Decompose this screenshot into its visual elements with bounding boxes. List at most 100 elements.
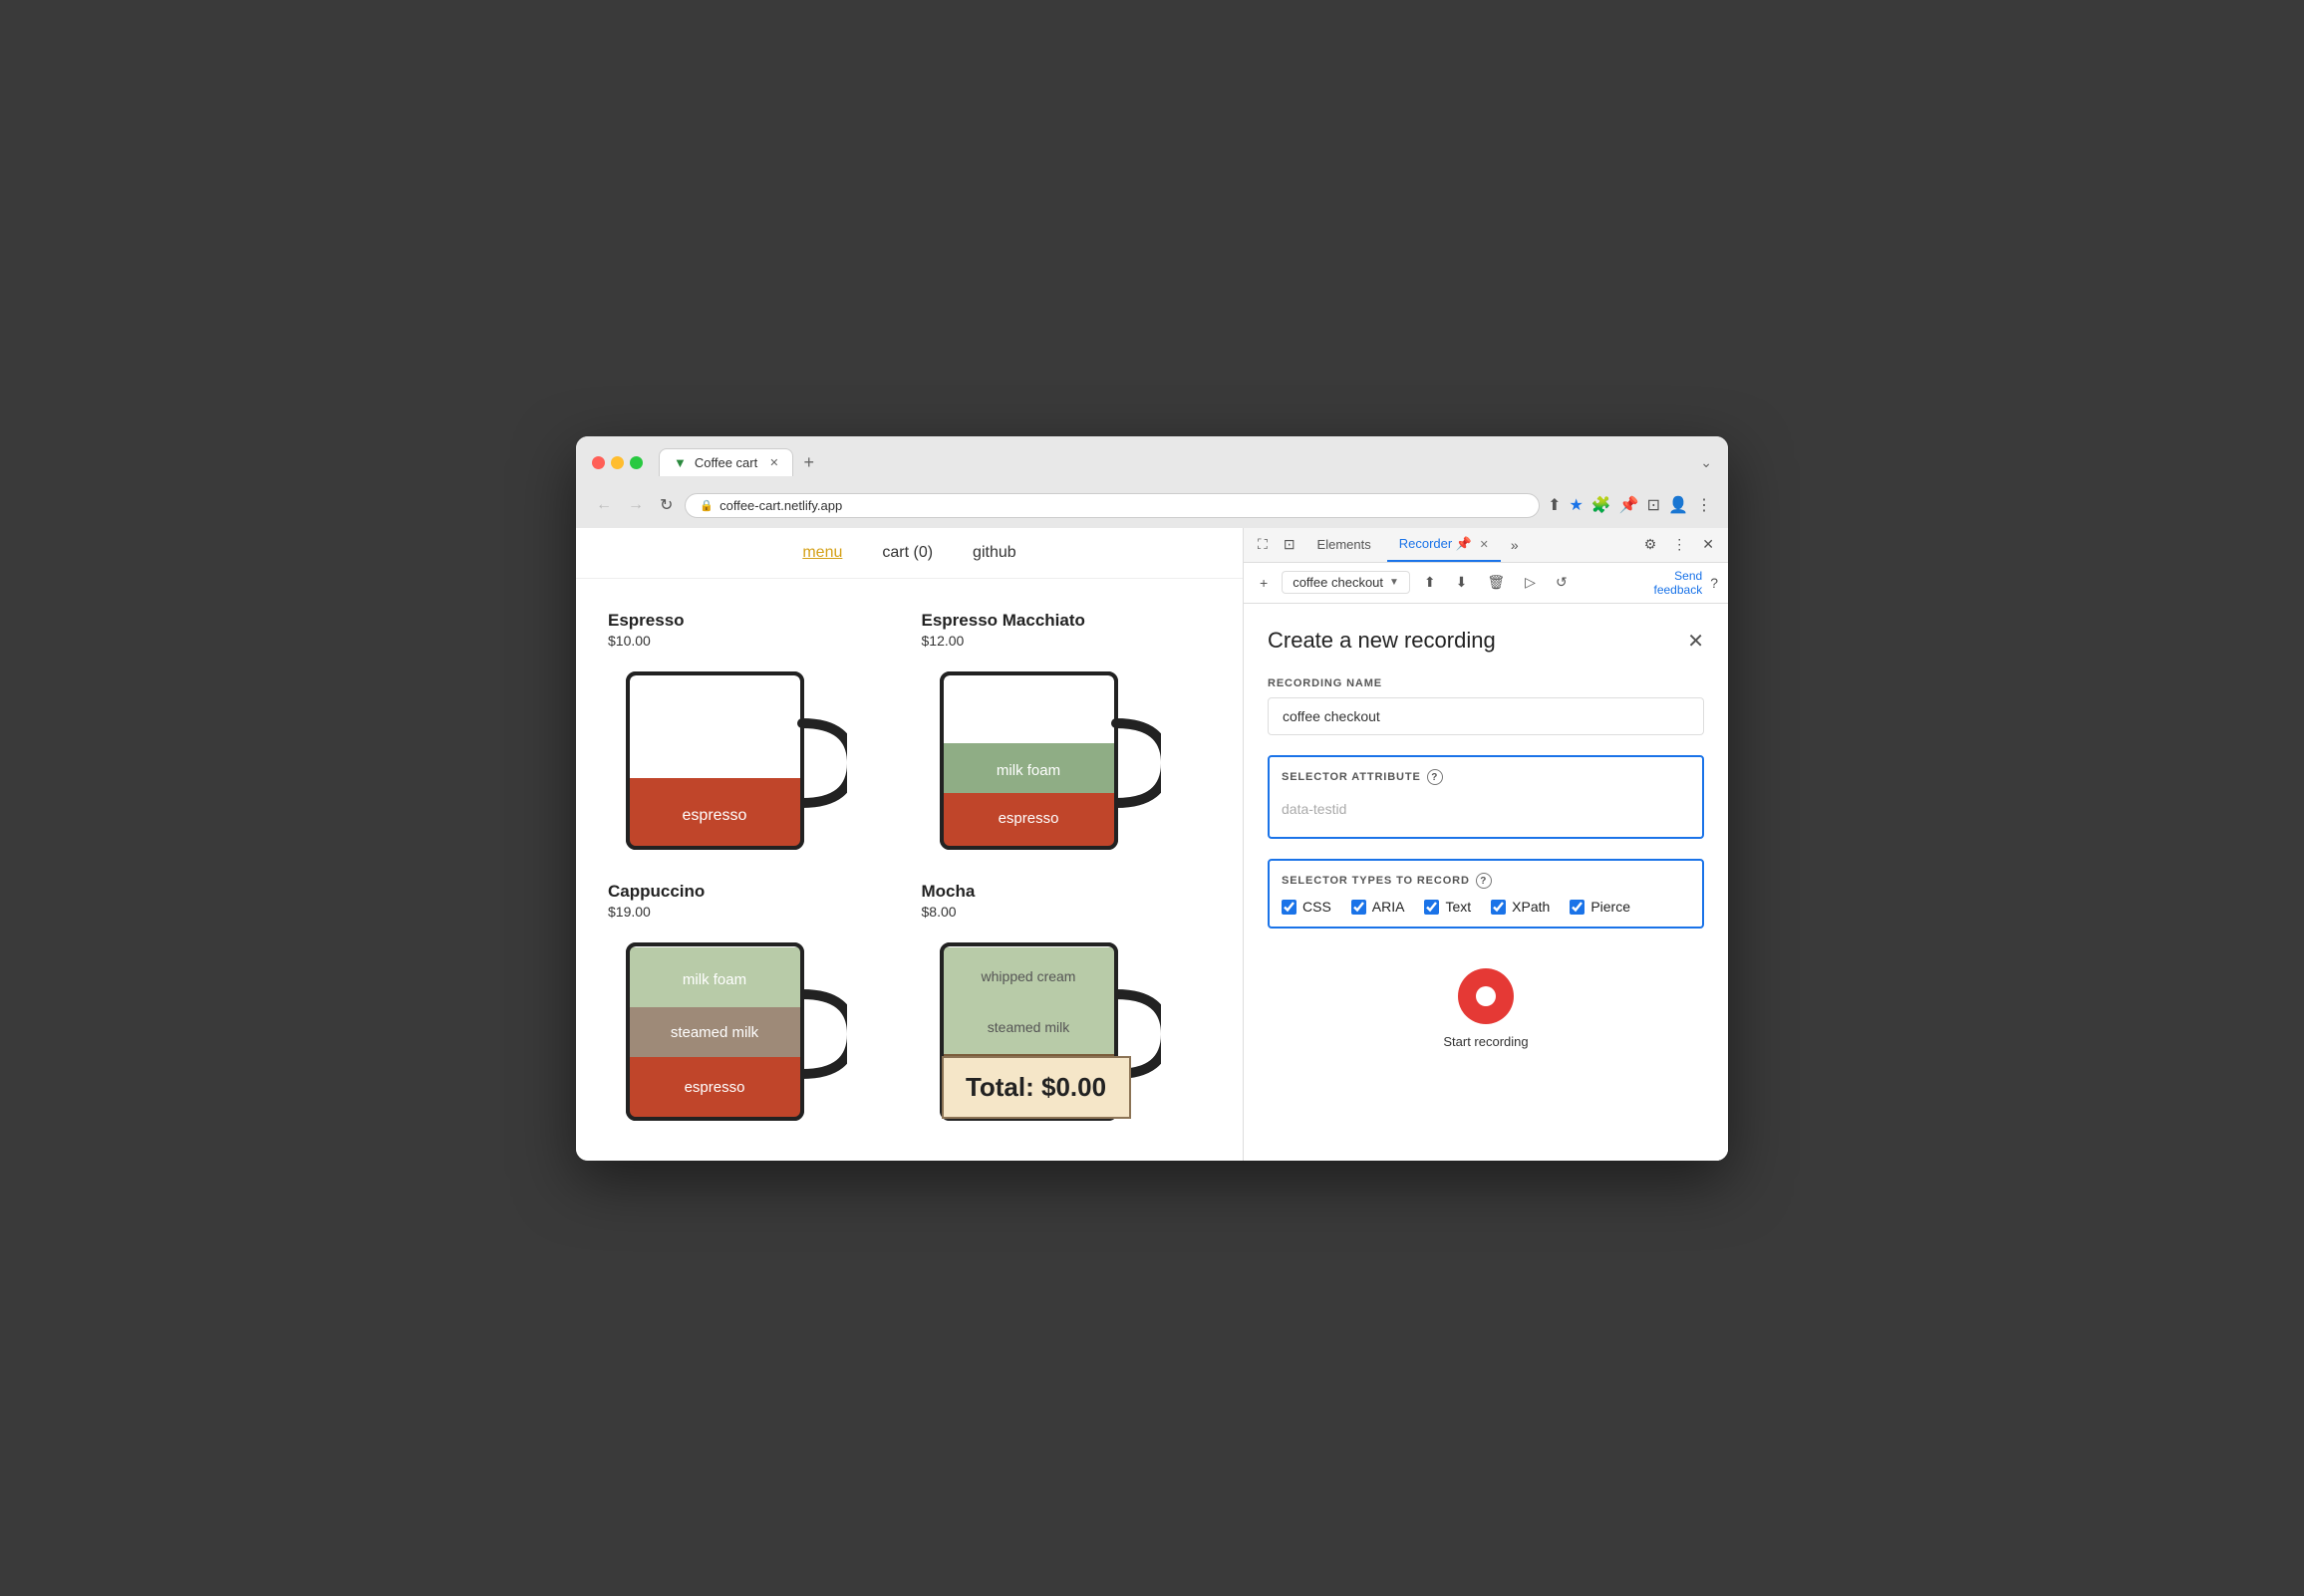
mug-espresso[interactable]: espresso (608, 659, 847, 858)
minimize-traffic-light[interactable] (611, 456, 624, 469)
coffee-price: $19.00 (608, 904, 898, 920)
browser-tab[interactable]: ▼ Coffee cart ✕ (659, 448, 793, 476)
coffee-item-espresso-macchiato: Espresso Macchiato $12.00 milk foam (910, 599, 1224, 870)
dialog-header: Create a new recording ✕ (1268, 628, 1704, 654)
profile-icon[interactable]: 👤 (1668, 495, 1688, 515)
recording-name-label: RECORDING NAME (1268, 677, 1704, 689)
tab-view-icon[interactable]: ⊡ (1647, 495, 1660, 515)
tab-close-icon[interactable]: ✕ (769, 456, 778, 469)
devtools-panel: ⛶ ⊡ Elements Recorder 📌 ✕ » ⚙ ⋮ ✕ + coff… (1244, 528, 1728, 1161)
recorder-tab-close-icon[interactable]: ✕ (1480, 539, 1489, 551)
start-recording-section: Start recording (1268, 958, 1704, 1049)
start-recording-button[interactable] (1458, 968, 1514, 1024)
recording-name-input[interactable] (1268, 697, 1704, 735)
new-recording-dialog: Create a new recording ✕ RECORDING NAME … (1244, 604, 1728, 1160)
recorder-toolbar: + coffee checkout ▼ ⬆ ⬇ 🗑 ▷ ↺ Sendfeedba… (1244, 563, 1728, 605)
svg-text:espresso: espresso (683, 807, 747, 824)
mug-macchiato[interactable]: milk foam espresso (922, 659, 1161, 858)
svg-text:milk foam: milk foam (996, 762, 1059, 779)
selector-attribute-help-icon[interactable]: ? (1427, 769, 1443, 785)
checkbox-xpath[interactable]: XPath (1491, 899, 1550, 915)
maximize-icon: ⌄ (1700, 454, 1712, 471)
checkout-overlay: Total: $0.00 (942, 1056, 1131, 1119)
lock-icon: 🔒 (700, 499, 714, 512)
maximize-traffic-light[interactable] (630, 456, 643, 469)
coffee-name: Mocha (922, 882, 1212, 902)
recording-dropdown-icon[interactable]: ▼ (1389, 577, 1399, 588)
address-bar: ← → ↻ 🔒 coffee-cart.netlify.app ⬆ ★ 🧩 📌 … (576, 487, 1728, 528)
checkbox-css[interactable]: CSS (1282, 899, 1331, 915)
svg-text:espresso: espresso (685, 1079, 745, 1096)
delete-recording-button[interactable]: 🗑 (1481, 570, 1511, 595)
tab-favicon-icon: ▼ (674, 455, 687, 470)
upload-recording-button[interactable]: ⬆ (1418, 570, 1442, 595)
nav-link-cart[interactable]: cart (0) (882, 544, 933, 562)
devtools-options-icon[interactable]: ⋮ (1666, 528, 1692, 561)
selector-attribute-input[interactable] (1282, 793, 1690, 825)
checkbox-text-input[interactable] (1424, 900, 1439, 915)
dialog-title: Create a new recording (1268, 628, 1496, 654)
help-icon[interactable]: ? (1710, 575, 1718, 591)
add-recording-button[interactable]: + (1254, 571, 1274, 595)
send-feedback-link[interactable]: Sendfeedback (1654, 569, 1703, 598)
checkbox-pierce-input[interactable] (1570, 900, 1584, 915)
forward-button[interactable]: → (624, 494, 648, 516)
checkbox-aria-input[interactable] (1351, 900, 1366, 915)
coffee-name: Espresso Macchiato (922, 611, 1212, 631)
coffee-name: Cappuccino (608, 882, 898, 902)
browser-content: menu cart (0) github Espresso $10.00 (576, 528, 1728, 1161)
coffee-item-mocha: Mocha $8.00 whipp (910, 870, 1224, 1141)
checkbox-css-input[interactable] (1282, 900, 1296, 915)
dialog-close-button[interactable]: ✕ (1687, 629, 1704, 654)
recording-name-section: RECORDING NAME (1268, 677, 1704, 735)
recording-name-text: coffee checkout (1293, 575, 1383, 590)
svg-text:espresso: espresso (998, 810, 1058, 827)
browser-window: ▼ Coffee cart ✕ + ⌄ ← → ↻ 🔒 coffee-cart.… (576, 436, 1728, 1161)
devtools-close-icon[interactable]: ✕ (1696, 528, 1720, 561)
svg-text:milk foam: milk foam (683, 971, 746, 988)
mug-cappuccino[interactable]: milk foam steamed milk espresso (608, 930, 847, 1129)
checkout-text: Total: $0.00 (966, 1072, 1106, 1102)
devtools-settings-icon[interactable]: ⚙ (1638, 528, 1663, 561)
checkbox-pierce[interactable]: Pierce (1570, 899, 1630, 915)
coffee-price: $8.00 (922, 904, 1212, 920)
back-button[interactable]: ← (592, 494, 616, 516)
url-text: coffee-cart.netlify.app (720, 498, 842, 513)
record-inner-circle (1476, 986, 1496, 1006)
coffee-item-cappuccino: Cappuccino $19.00 (596, 870, 910, 1141)
svg-text:steamed milk: steamed milk (671, 1024, 759, 1041)
traffic-lights (592, 456, 643, 469)
download-recording-button[interactable]: ⬇ (1450, 570, 1474, 595)
checkbox-aria[interactable]: ARIA (1351, 899, 1405, 915)
mug-mocha[interactable]: whipped cream steamed milk chocolate syr… (922, 930, 1161, 1129)
close-traffic-light[interactable] (592, 456, 605, 469)
devtools-device-icon[interactable]: ⊡ (1278, 528, 1301, 561)
replay-recording-button[interactable]: ↺ (1550, 570, 1574, 595)
svg-text:steamed milk: steamed milk (987, 1019, 1069, 1035)
new-tab-button[interactable]: + (793, 448, 824, 477)
devtools-pointer-icon[interactable]: ⛶ (1252, 528, 1274, 561)
devtools-more-tabs-icon[interactable]: » (1505, 529, 1525, 561)
play-recording-button[interactable]: ▷ (1519, 570, 1542, 595)
extensions-icon[interactable]: 🧩 (1591, 495, 1611, 515)
selector-attribute-section: SELECTOR ATTRIBUTE ? (1268, 755, 1704, 839)
url-bar[interactable]: 🔒 coffee-cart.netlify.app (685, 493, 1540, 518)
checkbox-xpath-input[interactable] (1491, 900, 1506, 915)
nav-link-menu[interactable]: menu (802, 544, 842, 562)
selector-types-label: SELECTOR TYPES TO RECORD ? (1282, 873, 1690, 889)
coffee-grid: Espresso $10.00 espresso (576, 579, 1243, 1161)
pin-icon[interactable]: 📌 (1619, 495, 1639, 515)
coffee-price: $12.00 (922, 633, 1212, 649)
more-options-icon[interactable]: ⋮ (1696, 495, 1712, 515)
selector-types-help-icon[interactable]: ? (1476, 873, 1492, 889)
bookmark-icon[interactable]: ★ (1569, 495, 1583, 515)
coffee-price: $10.00 (608, 633, 898, 649)
tab-elements[interactable]: Elements (1305, 529, 1383, 560)
nav-link-github[interactable]: github (973, 544, 1016, 562)
tab-recorder[interactable]: Recorder 📌 ✕ (1387, 528, 1501, 562)
refresh-button[interactable]: ↻ (656, 493, 677, 517)
share-icon[interactable]: ⬆ (1548, 495, 1561, 515)
recording-name-display[interactable]: coffee checkout ▼ (1282, 571, 1410, 594)
checkbox-text[interactable]: Text (1424, 899, 1471, 915)
website-pane: menu cart (0) github Espresso $10.00 (576, 528, 1244, 1161)
